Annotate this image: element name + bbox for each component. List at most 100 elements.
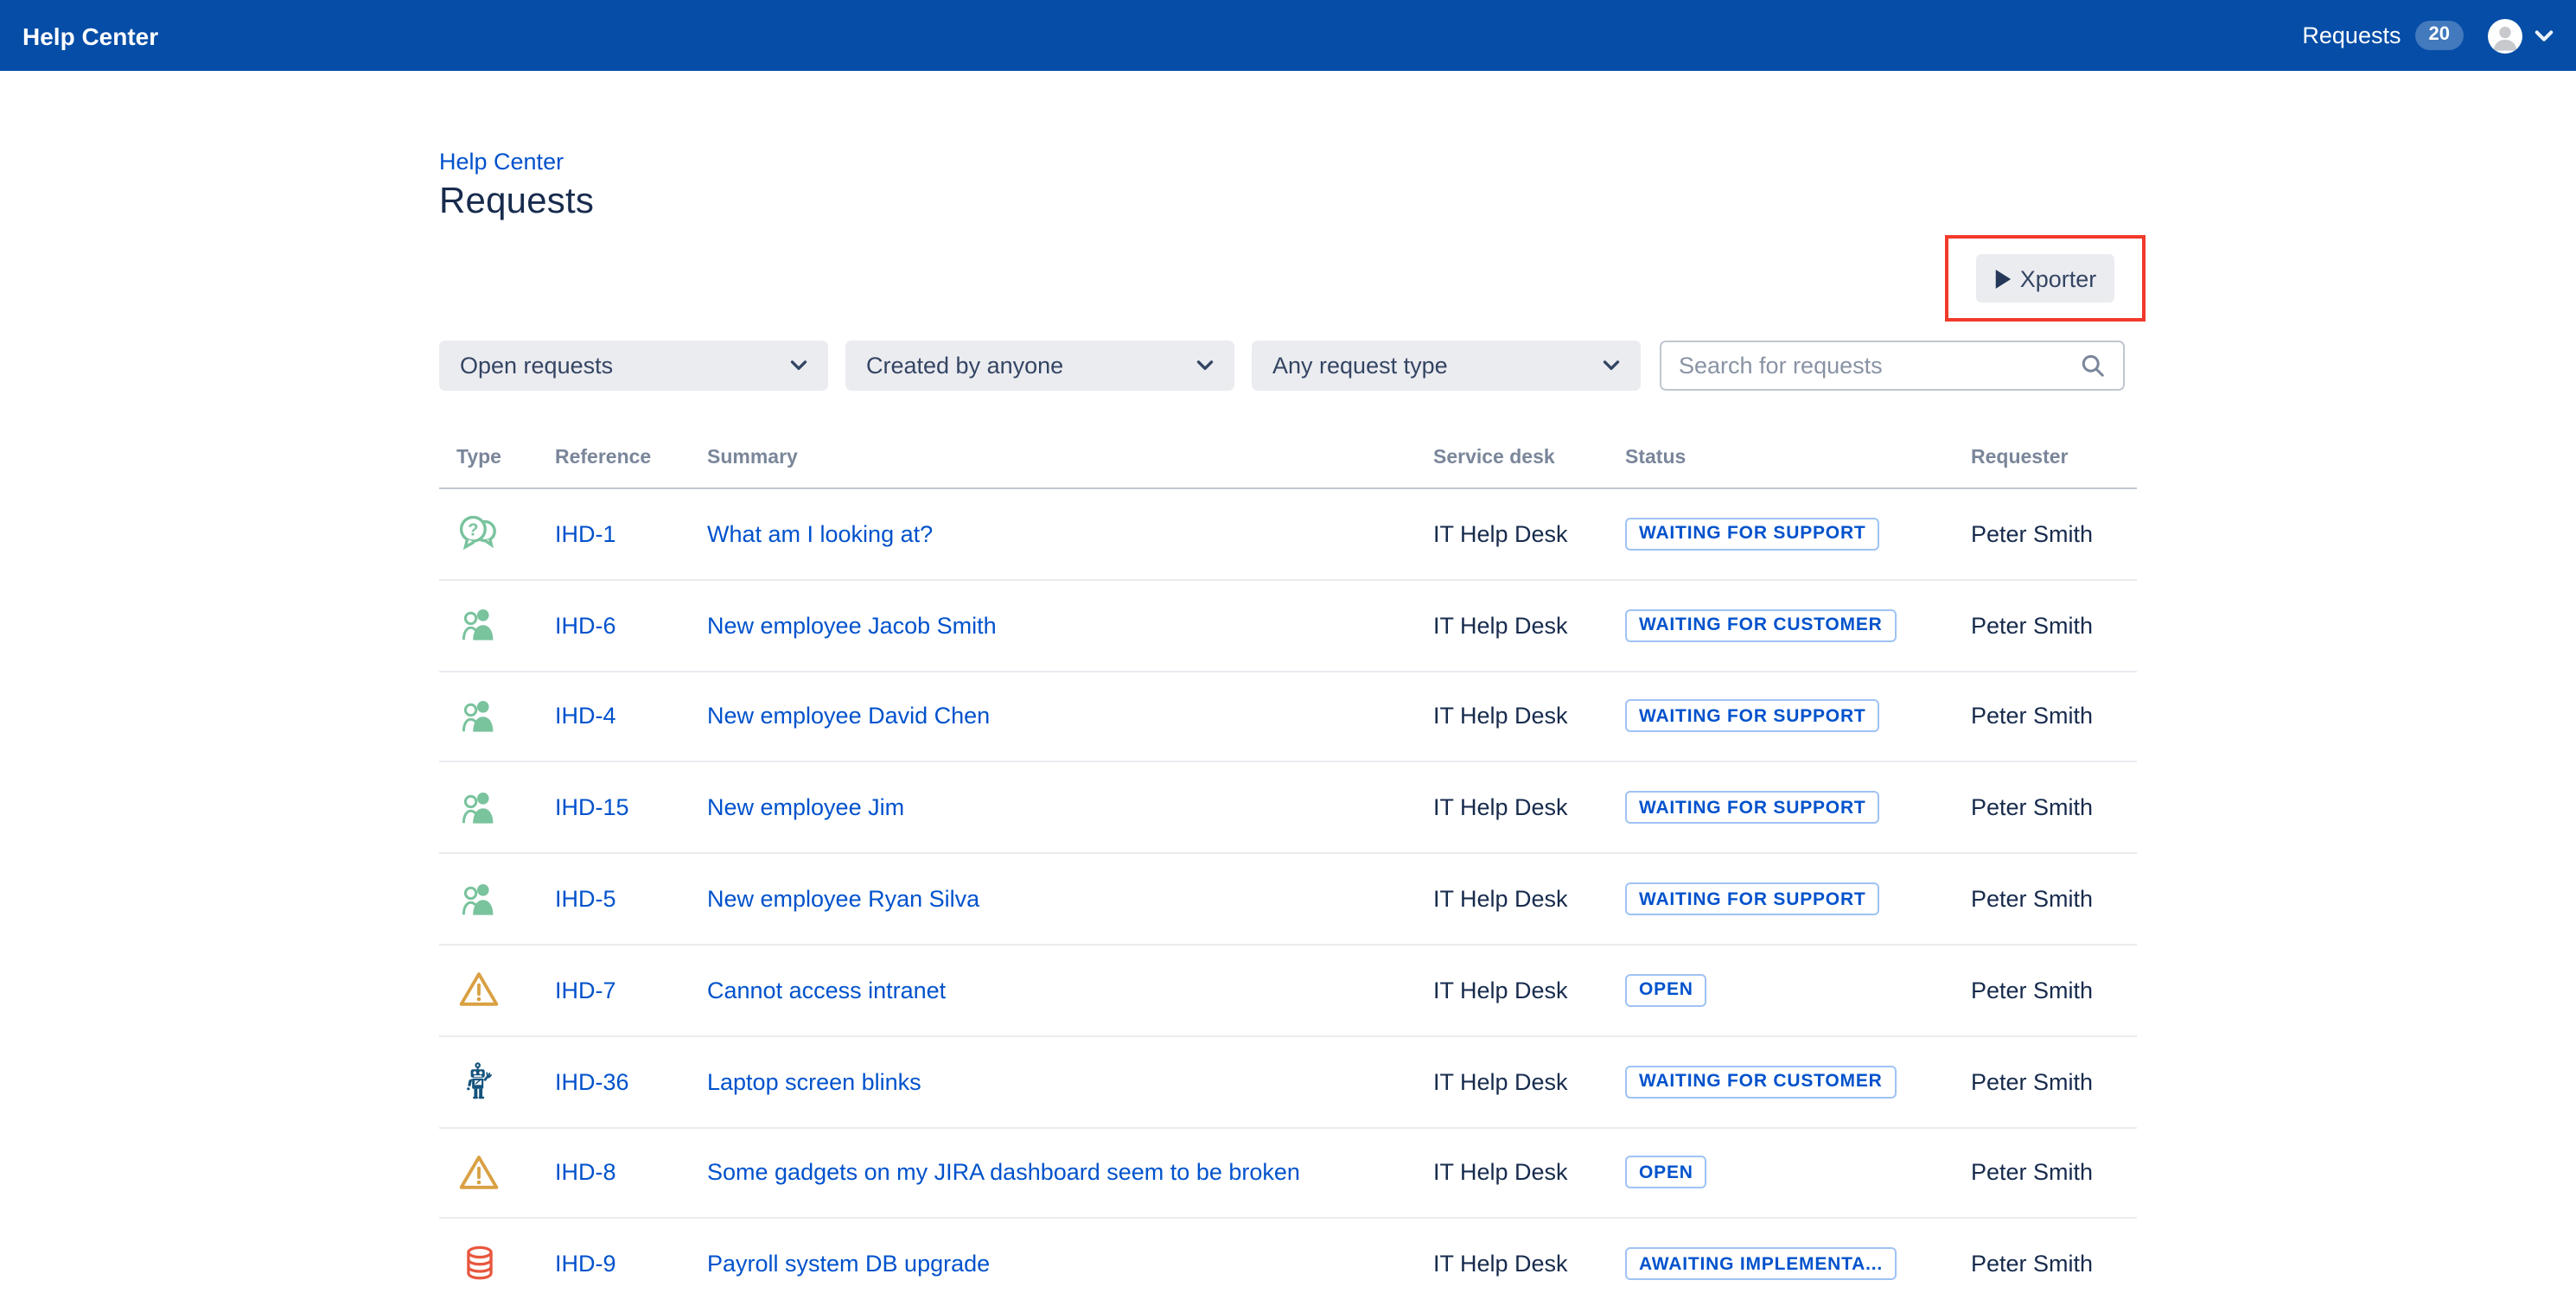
- request-row: IHD-36 Laptop screen blinks IT Help Desk…: [439, 1037, 2137, 1129]
- request-status-cell: AWAITING IMPLEMENTA...: [1625, 1248, 1897, 1281]
- request-row: IHD-15 New employee Jim IT Help Desk WAI…: [439, 763, 2137, 855]
- request-row: IHD-7 Cannot access intranet IT Help Des…: [439, 946, 2137, 1037]
- column-header-requester: Requester: [1971, 448, 2069, 468]
- request-service-desk: IT Help Desk: [1433, 1068, 1568, 1094]
- request-service-desk: IT Help Desk: [1433, 1252, 1568, 1277]
- request-row: IHD-6 New employee Jacob Smith IT Help D…: [439, 581, 2137, 672]
- svg-text:?: ?: [468, 521, 478, 540]
- request-service-desk: IT Help Desk: [1433, 978, 1568, 1003]
- filter-open-requests-dropdown[interactable]: Open requests: [439, 341, 828, 391]
- request-service-desk: IT Help Desk: [1433, 612, 1568, 638]
- request-status-badge: AWAITING IMPLEMENTA...: [1625, 1248, 1897, 1281]
- request-requester: Peter Smith: [1971, 1160, 2093, 1186]
- request-status-cell: WAITING FOR SUPPORT: [1625, 792, 1880, 825]
- request-reference-link[interactable]: IHD-7: [555, 978, 616, 1003]
- filter-open-requests-value: Open requests: [460, 353, 613, 379]
- search-requests-field[interactable]: [1660, 341, 2125, 391]
- column-header-type: Type: [456, 448, 501, 468]
- request-reference-link[interactable]: IHD-1: [555, 521, 616, 547]
- nav-requests-link[interactable]: Requests 20: [2302, 22, 2464, 49]
- column-header-status: Status: [1625, 448, 1686, 468]
- request-requester: Peter Smith: [1971, 521, 2093, 547]
- request-requester: Peter Smith: [1971, 612, 2093, 638]
- request-status-badge: WAITING FOR CUSTOMER: [1625, 1065, 1897, 1098]
- table-body: ? IHD-1 What am I looking at? IT Help De…: [439, 489, 2137, 1293]
- requests-count-badge: 20: [2415, 22, 2464, 49]
- request-status-badge: WAITING FOR CUSTOMER: [1625, 608, 1897, 641]
- chevron-down-icon: [790, 360, 807, 372]
- team-icon: [453, 602, 505, 648]
- request-row: IHD-8 Some gadgets on my JIRA dashboard …: [439, 1128, 2137, 1220]
- team-icon: [453, 693, 505, 740]
- request-summary-link[interactable]: New employee David Chen: [707, 704, 990, 729]
- filter-request-type-dropdown[interactable]: Any request type: [1252, 341, 1641, 391]
- request-row: IHD-4 New employee David Chen IT Help De…: [439, 672, 2137, 763]
- top-navbar: Help Center Requests 20: [0, 0, 2576, 71]
- search-input[interactable]: [1679, 353, 2069, 379]
- request-status-cell: WAITING FOR SUPPORT: [1625, 700, 1880, 733]
- chevron-down-icon: [1603, 360, 1620, 372]
- help-center-screen: Help Center Requests 20 Help Center Requ…: [0, 0, 2576, 1293]
- person-icon: [2488, 18, 2522, 53]
- breadcrumb-help-center-link[interactable]: Help Center: [439, 149, 564, 175]
- request-summary-link[interactable]: Cannot access intranet: [707, 978, 946, 1003]
- app-title: Help Center: [22, 22, 158, 49]
- request-requester: Peter Smith: [1971, 704, 2093, 729]
- request-status-cell: WAITING FOR SUPPORT: [1625, 882, 1880, 915]
- request-service-desk: IT Help Desk: [1433, 1160, 1568, 1186]
- request-service-desk: IT Help Desk: [1433, 886, 1568, 912]
- user-menu-chevron-icon[interactable]: [2535, 29, 2554, 42]
- request-summary-link[interactable]: New employee Jim: [707, 795, 904, 821]
- user-avatar[interactable]: [2488, 18, 2522, 53]
- request-row: ? IHD-1 What am I looking at? IT Help De…: [439, 489, 2137, 581]
- request-reference-link[interactable]: IHD-36: [555, 1068, 629, 1094]
- request-reference-link[interactable]: IHD-8: [555, 1160, 616, 1186]
- request-requester: Peter Smith: [1971, 978, 2093, 1003]
- request-summary-link[interactable]: What am I looking at?: [707, 521, 933, 547]
- request-status-cell: WAITING FOR CUSTOMER: [1625, 608, 1897, 641]
- filter-created-by-value: Created by anyone: [866, 353, 1063, 379]
- robot-icon: [453, 1058, 505, 1105]
- request-status-badge: WAITING FOR SUPPORT: [1625, 792, 1880, 825]
- team-icon: [453, 876, 505, 922]
- table-header-row: Type Reference Summary Service desk Stat…: [439, 424, 2137, 489]
- request-reference-link[interactable]: IHD-4: [555, 704, 616, 729]
- request-row: IHD-5 New employee Ryan Silva IT Help De…: [439, 854, 2137, 946]
- page-title: Requests: [439, 182, 594, 223]
- request-service-desk: IT Help Desk: [1433, 704, 1568, 729]
- request-reference-link[interactable]: IHD-5: [555, 886, 616, 912]
- main-content: Help Center Requests Xporter Open reques…: [439, 71, 2137, 1293]
- request-status-badge: WAITING FOR SUPPORT: [1625, 882, 1880, 915]
- play-icon: [1994, 267, 2013, 290]
- navbar-right-cluster: Requests 20: [2302, 18, 2554, 53]
- request-service-desk: IT Help Desk: [1433, 795, 1568, 821]
- warning-icon: [453, 1150, 505, 1196]
- request-status-cell: OPEN: [1625, 974, 1707, 1007]
- request-reference-link[interactable]: IHD-9: [555, 1252, 616, 1277]
- request-requester: Peter Smith: [1971, 1252, 2093, 1277]
- request-status-cell: OPEN: [1625, 1156, 1707, 1189]
- xporter-label: Xporter: [2020, 265, 2097, 291]
- request-summary-link[interactable]: Payroll system DB upgrade: [707, 1252, 990, 1277]
- nav-requests-label: Requests: [2302, 22, 2401, 48]
- request-status-cell: WAITING FOR SUPPORT: [1625, 518, 1880, 551]
- filter-request-type-value: Any request type: [1272, 353, 1448, 379]
- request-status-badge: OPEN: [1625, 974, 1707, 1007]
- filter-created-by-dropdown[interactable]: Created by anyone: [845, 341, 1234, 391]
- request-service-desk: IT Help Desk: [1433, 521, 1568, 547]
- column-header-service-desk: Service desk: [1433, 448, 1555, 468]
- request-summary-link[interactable]: Some gadgets on my JIRA dashboard seem t…: [707, 1160, 1300, 1186]
- request-reference-link[interactable]: IHD-6: [555, 612, 616, 638]
- database-icon: [453, 1241, 505, 1288]
- request-summary-link[interactable]: New employee Ryan Silva: [707, 886, 979, 912]
- request-status-badge: WAITING FOR SUPPORT: [1625, 700, 1880, 733]
- column-header-reference: Reference: [555, 448, 651, 468]
- request-reference-link[interactable]: IHD-15: [555, 795, 629, 821]
- request-status-badge: OPEN: [1625, 1156, 1707, 1189]
- chevron-down-icon: [1196, 360, 1214, 372]
- request-row: IHD-9 Payroll system DB upgrade IT Help …: [439, 1220, 2137, 1293]
- request-summary-link[interactable]: New employee Jacob Smith: [707, 612, 997, 638]
- xporter-button[interactable]: Xporter: [1976, 254, 2114, 303]
- request-summary-link[interactable]: Laptop screen blinks: [707, 1068, 921, 1094]
- column-header-summary: Summary: [707, 448, 798, 468]
